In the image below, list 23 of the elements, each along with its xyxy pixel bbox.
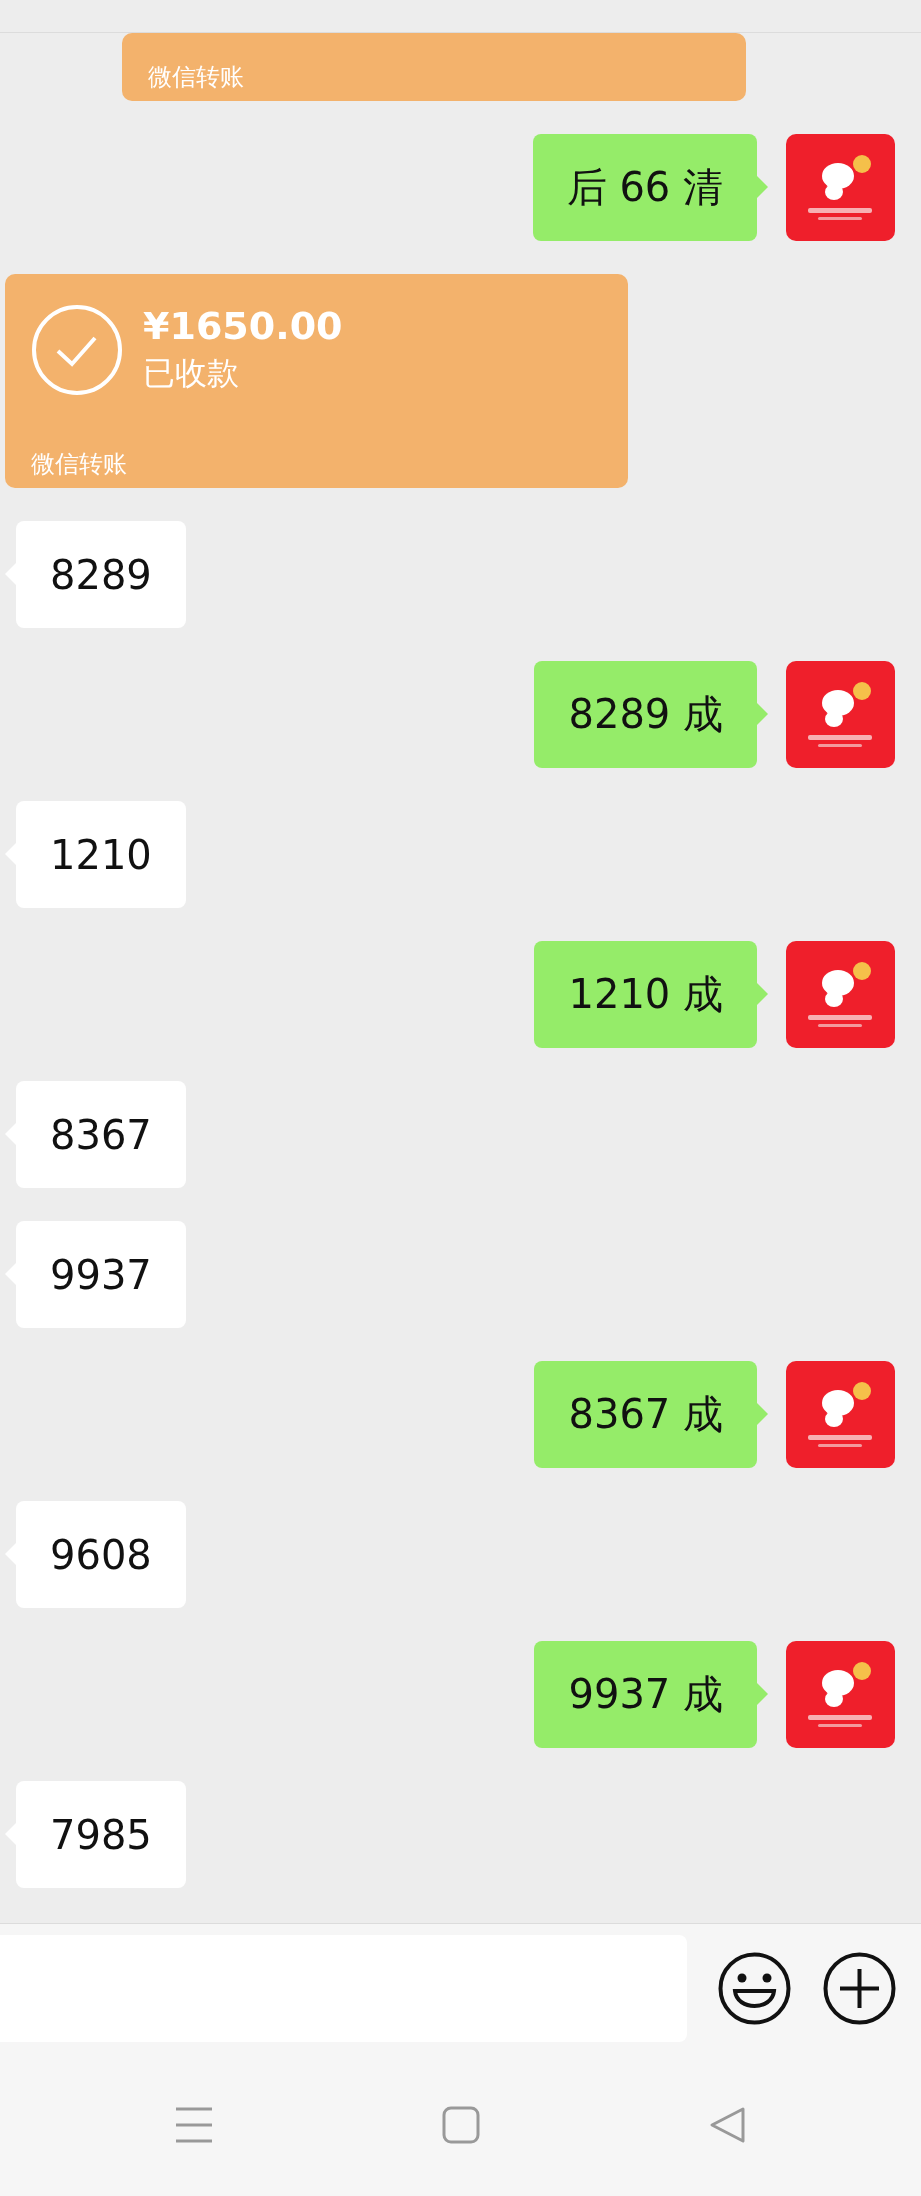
transfer-label: 微信转账 [31,449,127,480]
sent-message: 9937 成 [534,1641,757,1748]
add-button[interactable] [822,1951,897,2026]
received-message: 9608 [16,1501,186,1608]
transfer-card[interactable]: 微信转账 [122,33,746,101]
home-button[interactable] [441,2105,480,2144]
received-message: 8289 [16,521,186,628]
emoji-button[interactable] [717,1951,792,2026]
sent-message: 后 66 清 [532,134,757,241]
transfer-label: 微信转账 [148,62,244,93]
sent-message: 8289 成 [534,661,757,768]
transfer-card[interactable]: ¥1650.00 已收款 微信转账 [5,274,628,488]
transfer-amount: ¥1650.00 [143,304,343,348]
menu-button[interactable] [174,2105,213,2144]
back-button[interactable] [708,2105,747,2144]
received-message: 7985 [16,1781,186,1888]
sent-message: 8367 成 [534,1361,757,1468]
check-circle-icon [31,304,123,396]
received-message: 9937 [16,1221,186,1328]
received-message: 8367 [16,1081,186,1188]
transfer-status: 已收款 [143,353,240,394]
received-message: 1210 [16,801,186,908]
sent-message: 1210 成 [534,941,757,1048]
